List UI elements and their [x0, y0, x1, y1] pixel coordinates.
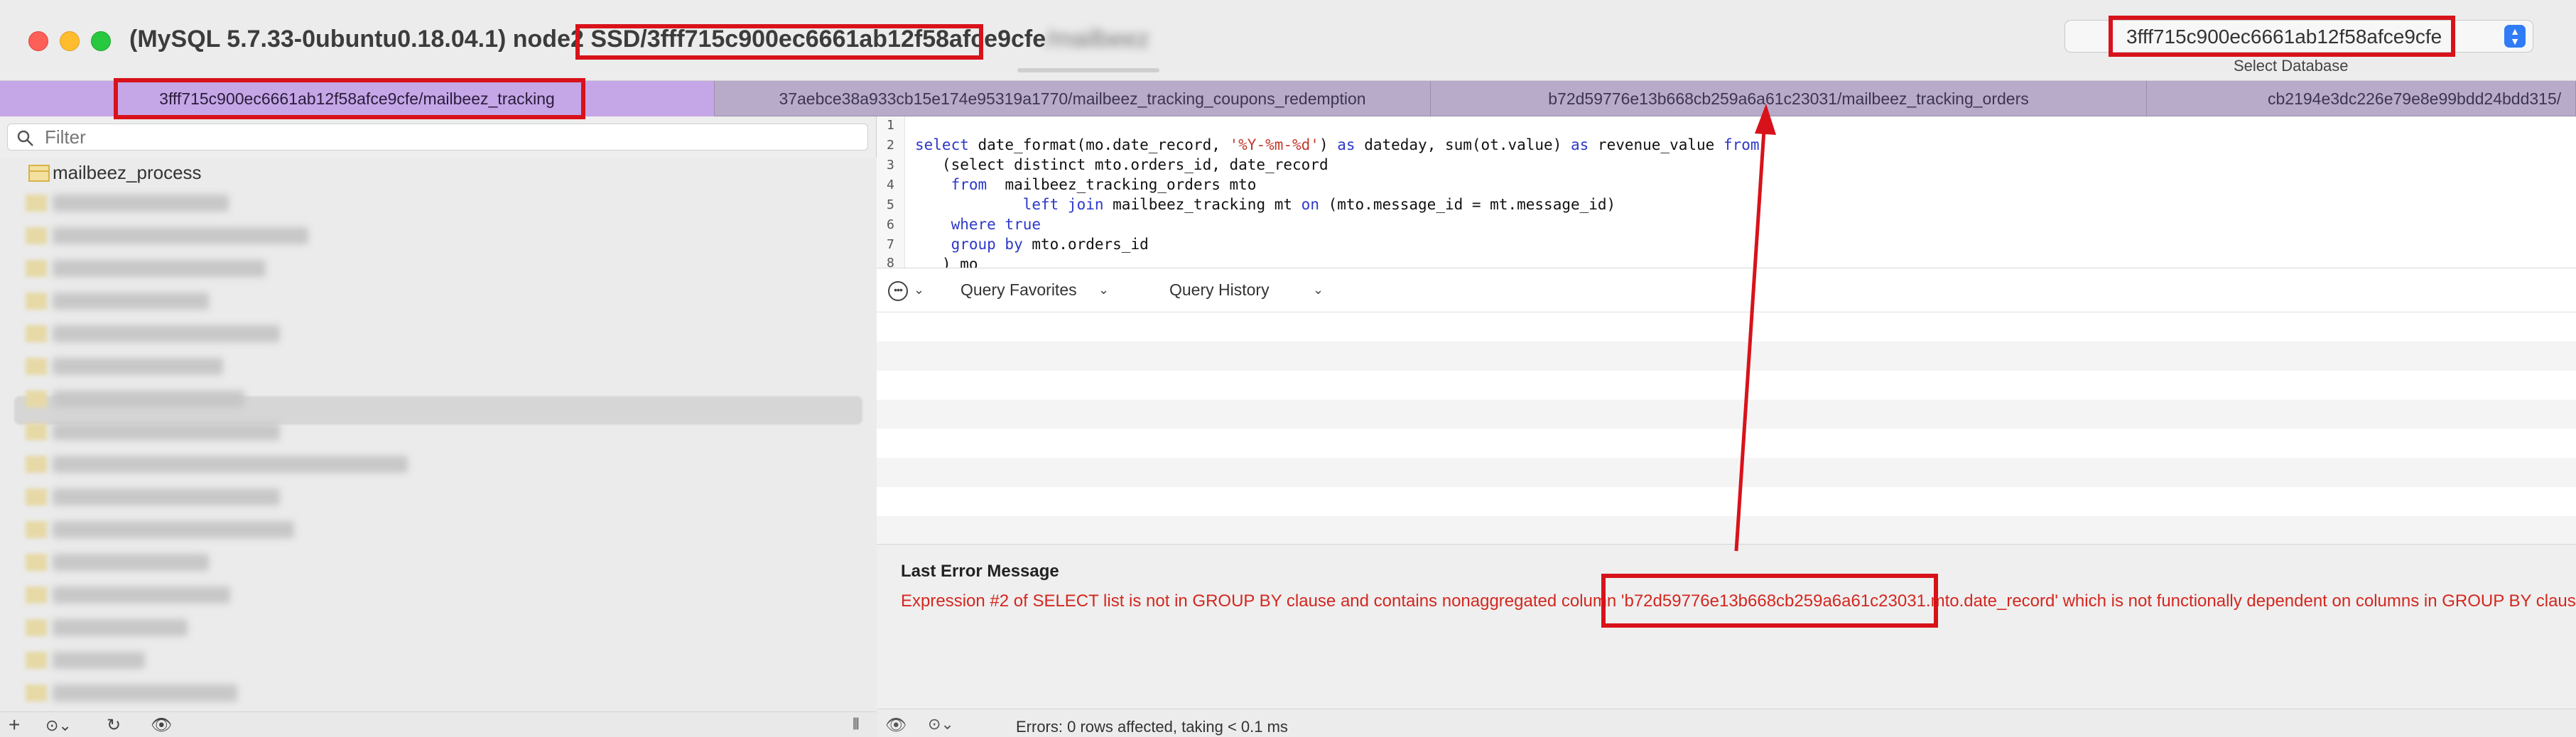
annotation-arrow — [1734, 104, 1776, 552]
